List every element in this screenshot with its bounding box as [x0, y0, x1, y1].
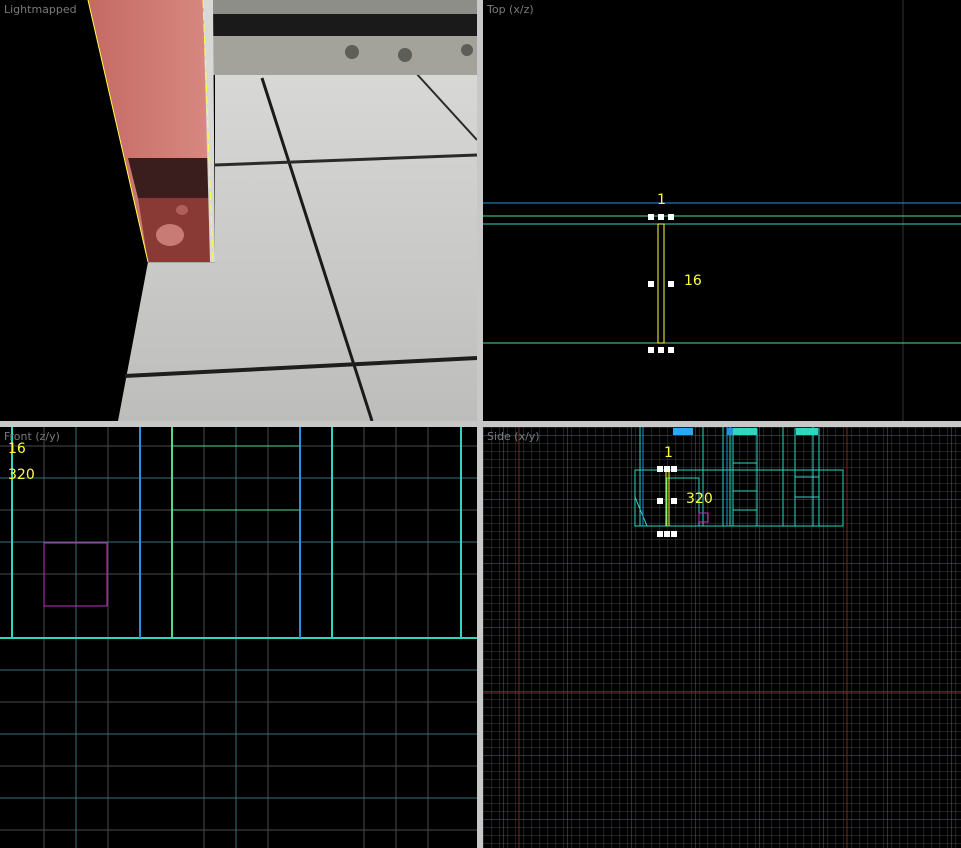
- side-view-canvas: 1 320: [483, 427, 961, 848]
- brush-top-blue-b: [727, 428, 733, 435]
- camera-3d-viewport[interactable]: Lightmapped: [0, 0, 477, 421]
- resize-handles: [648, 214, 674, 353]
- dimension-height-label: 320: [8, 467, 35, 483]
- camera-3d-render: [87, 0, 477, 421]
- side-viewport[interactable]: 1 320 Side (x/y): [483, 427, 961, 848]
- brush-top-cyan-b: [796, 428, 818, 435]
- top-view-canvas: 1 16: [483, 0, 961, 421]
- viewport-title-3d: Lightmapped: [4, 3, 77, 16]
- dimension-height-label: 320: [686, 491, 713, 507]
- viewport-title-side: Side (x/y): [487, 430, 540, 443]
- dimension-width-label: 1: [657, 192, 666, 208]
- top-viewport[interactable]: 1 16 Top (x/z): [483, 0, 961, 421]
- dimension-height-label: 16: [684, 273, 702, 289]
- brush-top-cyan-a: [733, 428, 757, 435]
- viewport-title-top: Top (x/z): [487, 3, 534, 16]
- selected-brush-outline: [657, 223, 665, 344]
- front-view-canvas: 16 320: [0, 427, 477, 848]
- viewport-title-front: Front (z/y): [4, 430, 60, 443]
- dimension-width-label: 1: [664, 445, 673, 461]
- brush-top-blue: [673, 428, 693, 435]
- dimension-width-label: 16: [8, 441, 26, 457]
- front-viewport[interactable]: 16 320 Front (z/y): [0, 427, 477, 848]
